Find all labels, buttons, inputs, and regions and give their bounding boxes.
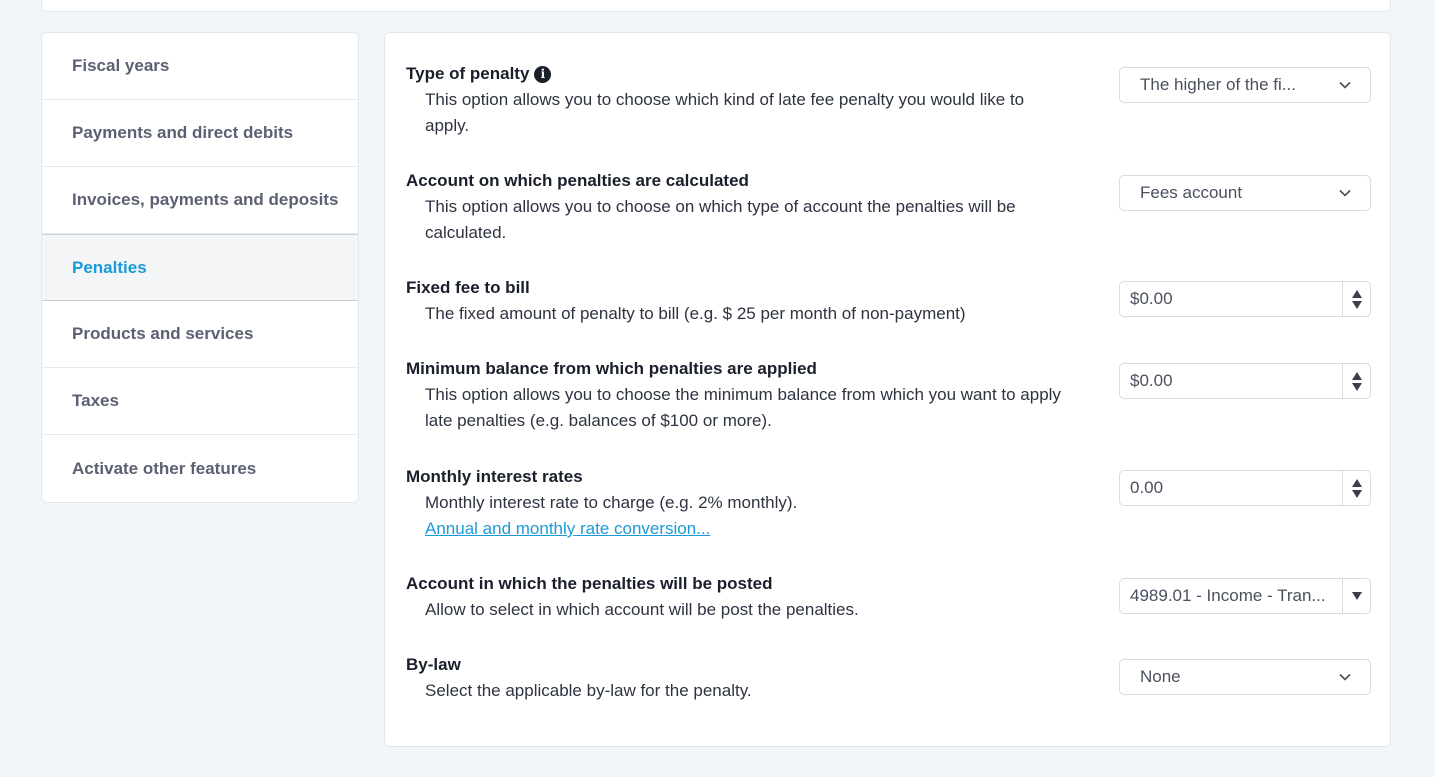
increment-arrow-icon[interactable]	[1351, 478, 1362, 487]
sidebar-item-activate-other-features[interactable]: Activate other features	[42, 435, 358, 502]
combo-dropdown-button[interactable]	[1342, 579, 1370, 613]
chevron-down-icon	[1339, 81, 1351, 89]
setting-fixed-fee: Fixed fee to bill The fixed amount of pe…	[406, 275, 1376, 327]
decrement-arrow-icon[interactable]	[1351, 300, 1362, 309]
decrement-arrow-icon[interactable]	[1351, 489, 1362, 498]
spinner-arrows-icon[interactable]	[1342, 471, 1370, 505]
setting-description: Monthly interest rate to charge (e.g. 2%…	[425, 493, 798, 512]
type-of-penalty-select[interactable]: The higher of the fi...	[1119, 67, 1371, 103]
monthly-interest-input[interactable]: 0.00	[1119, 470, 1371, 506]
chevron-down-icon	[1339, 673, 1351, 681]
chevron-down-icon	[1339, 189, 1351, 197]
fixed-fee-input[interactable]: $0.00	[1119, 281, 1371, 317]
sidebar-item-payments-direct-debits[interactable]: Payments and direct debits	[42, 100, 358, 167]
settings-sidebar: Fiscal years Payments and direct debits …	[41, 32, 359, 503]
increment-arrow-icon[interactable]	[1351, 371, 1362, 380]
spinner-arrows-icon[interactable]	[1342, 282, 1370, 316]
setting-description: The fixed amount of penalty to bill (e.g…	[425, 304, 966, 323]
bylaw-select[interactable]: None	[1119, 659, 1371, 695]
setting-description: This option allows you to choose which k…	[425, 90, 1025, 135]
increment-arrow-icon[interactable]	[1351, 289, 1362, 298]
sidebar-item-taxes[interactable]: Taxes	[42, 368, 358, 435]
setting-description: Select the applicable by-law for the pen…	[425, 681, 752, 700]
penalty-account-select[interactable]: Fees account	[1119, 175, 1371, 211]
setting-minimum-balance: Minimum balance from which penalties are…	[406, 356, 1376, 434]
sidebar-item-fiscal-years[interactable]: Fiscal years	[42, 33, 358, 100]
setting-description: This option allows you to choose the min…	[425, 385, 1061, 430]
caret-down-icon	[1351, 592, 1362, 600]
penalties-settings-panel: Type of penalty i This option allows you…	[384, 32, 1391, 747]
setting-posting-account: Account in which the penalties will be p…	[406, 571, 1376, 623]
rate-conversion-link[interactable]: Annual and monthly rate conversion...	[406, 516, 710, 542]
setting-description: This option allows you to choose on whic…	[425, 197, 1016, 242]
top-card	[41, 0, 1391, 12]
decrement-arrow-icon[interactable]	[1351, 382, 1362, 391]
setting-type-of-penalty: Type of penalty i This option allows you…	[406, 61, 1376, 139]
posting-account-combobox[interactable]: 4989.01 - Income - Tran...	[1119, 578, 1371, 614]
info-circle-icon[interactable]: i	[534, 65, 552, 83]
minimum-balance-input[interactable]: $0.00	[1119, 363, 1371, 399]
setting-monthly-interest: Monthly interest rates Monthly interest …	[406, 464, 1376, 542]
sidebar-item-products-services[interactable]: Products and services	[42, 301, 358, 368]
sidebar-item-penalties[interactable]: Penalties	[42, 234, 358, 301]
sidebar-item-invoices-payments-deposits[interactable]: Invoices, payments and deposits	[42, 167, 358, 234]
setting-bylaw: By-law Select the applicable by-law for …	[406, 652, 1376, 704]
setting-penalty-account: Account on which penalties are calculate…	[406, 168, 1376, 246]
spinner-arrows-icon[interactable]	[1342, 364, 1370, 398]
setting-description: Allow to select in which account will be…	[425, 600, 859, 619]
